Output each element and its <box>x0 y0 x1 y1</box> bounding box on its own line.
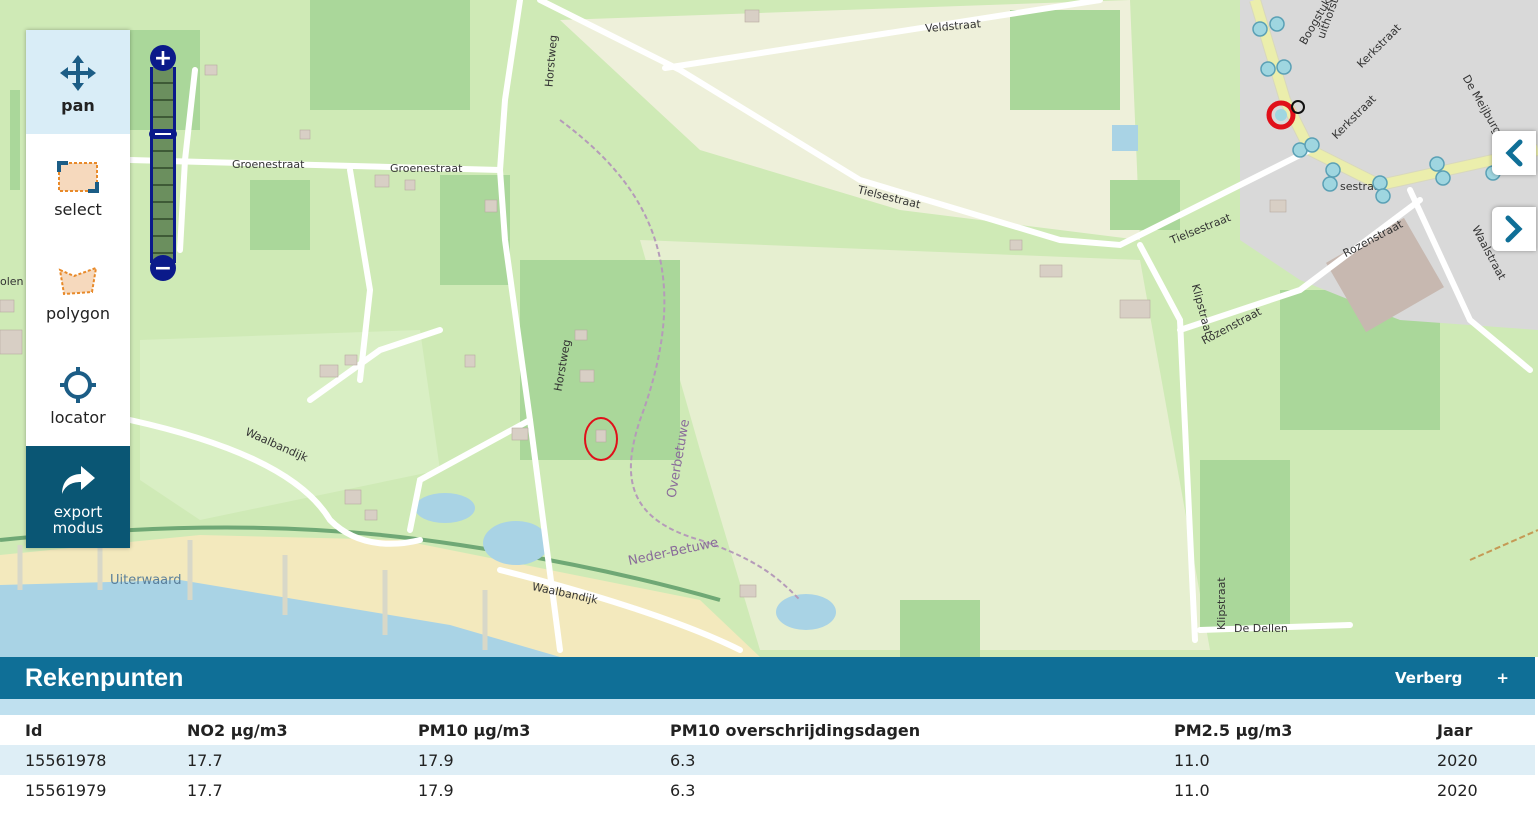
cell-year: 2020 <box>1437 780 1478 800</box>
zoom-out-button[interactable]: − <box>150 255 176 281</box>
label-klipstraat-2: Klipstraat <box>1215 577 1228 630</box>
cell-pm10: 17.9 <box>418 750 454 770</box>
zoom-slider-track[interactable] <box>150 67 176 263</box>
select-tool-label: select <box>54 199 102 219</box>
select-tool-button[interactable]: select <box>26 134 130 238</box>
export-label-line2: modus <box>52 519 104 537</box>
export-mode-button[interactable]: export modus <box>26 446 130 548</box>
map-tiles: Veldstraat Groenestraat Groenestraat Hor… <box>0 0 1538 657</box>
pan-tool-button[interactable]: pan <box>26 30 130 134</box>
cell-no2: 17.7 <box>187 750 223 770</box>
collapse-left-button[interactable] <box>1492 131 1536 175</box>
polygon-icon <box>56 258 100 304</box>
pan-tool-label: pan <box>61 95 95 115</box>
panel-title: Rekenpunten <box>25 663 184 692</box>
hide-panel-button[interactable]: Verberg <box>1395 669 1462 687</box>
locator-tool-button[interactable]: locator <box>26 342 130 446</box>
label-groenestraat-1: Groenestraat <box>232 158 305 171</box>
map-canvas[interactable]: Veldstraat Groenestraat Groenestraat Hor… <box>0 0 1538 657</box>
zoom-in-button[interactable]: + <box>150 45 176 71</box>
select-rectangle-icon <box>56 154 100 200</box>
cell-pm25: 11.0 <box>1174 780 1210 800</box>
crosshair-icon <box>58 362 98 408</box>
cell-id: 15561979 <box>25 780 107 800</box>
locator-tool-label: locator <box>50 407 106 427</box>
expand-right-button[interactable] <box>1492 207 1536 251</box>
column-header-no2[interactable]: NO2 µg/m3 <box>187 715 418 745</box>
move-arrows-icon <box>58 50 98 96</box>
cell-pm10-days: 6.3 <box>670 780 696 800</box>
cell-id: 15561978 <box>25 750 107 770</box>
map-toolbar: pan select polygon locator export modus <box>26 30 130 548</box>
cell-year: 2020 <box>1437 750 1478 770</box>
table-header-row: Id NO2 µg/m3 PM10 µg/m3 PM10 overschrijd… <box>0 715 1535 745</box>
column-header-id[interactable]: Id <box>0 715 187 745</box>
polygon-tool-button[interactable]: polygon <box>26 238 130 342</box>
export-label-line1: export <box>53 503 103 521</box>
expand-panel-button[interactable]: + <box>1496 669 1509 687</box>
zoom-control: + − <box>149 45 177 281</box>
zoom-slider-handle[interactable] <box>149 129 177 139</box>
column-header-pm10-days[interactable]: PM10 overschrijdingsdagen <box>670 715 1174 745</box>
cell-pm10-days: 6.3 <box>670 750 696 770</box>
chevron-right-icon <box>1505 215 1523 243</box>
table-row[interactable]: 15561978 17.7 17.9 6.3 11.0 2020 <box>0 745 1535 775</box>
share-arrow-icon <box>59 458 97 504</box>
label-groenestraat-2: Groenestraat <box>390 162 463 175</box>
results-panel: Rekenpunten Verberg + Id NO2 µg/m3 PM10 … <box>0 657 1538 813</box>
column-header-pm25[interactable]: PM2.5 µg/m3 <box>1174 715 1437 745</box>
label-de-dellen: De Dellen <box>1234 622 1288 635</box>
cell-pm25: 11.0 <box>1174 750 1210 770</box>
label-uiterwaard: Uiterwaard <box>110 573 182 588</box>
column-header-pm10[interactable]: PM10 µg/m3 <box>418 715 670 745</box>
label-olen: olen <box>0 275 24 288</box>
cell-no2: 17.7 <box>187 780 223 800</box>
chevron-left-icon <box>1505 139 1523 167</box>
panel-header: Rekenpunten Verberg + <box>0 657 1535 699</box>
table-row[interactable]: 15561979 17.7 17.9 6.3 11.0 2020 <box>0 775 1535 805</box>
polygon-tool-label: polygon <box>46 303 110 323</box>
panel-subbar <box>0 699 1535 715</box>
column-header-year[interactable]: Jaar <box>1437 715 1535 745</box>
cell-pm10: 17.9 <box>418 780 454 800</box>
results-table: Id NO2 µg/m3 PM10 µg/m3 PM10 overschrijd… <box>0 715 1535 805</box>
